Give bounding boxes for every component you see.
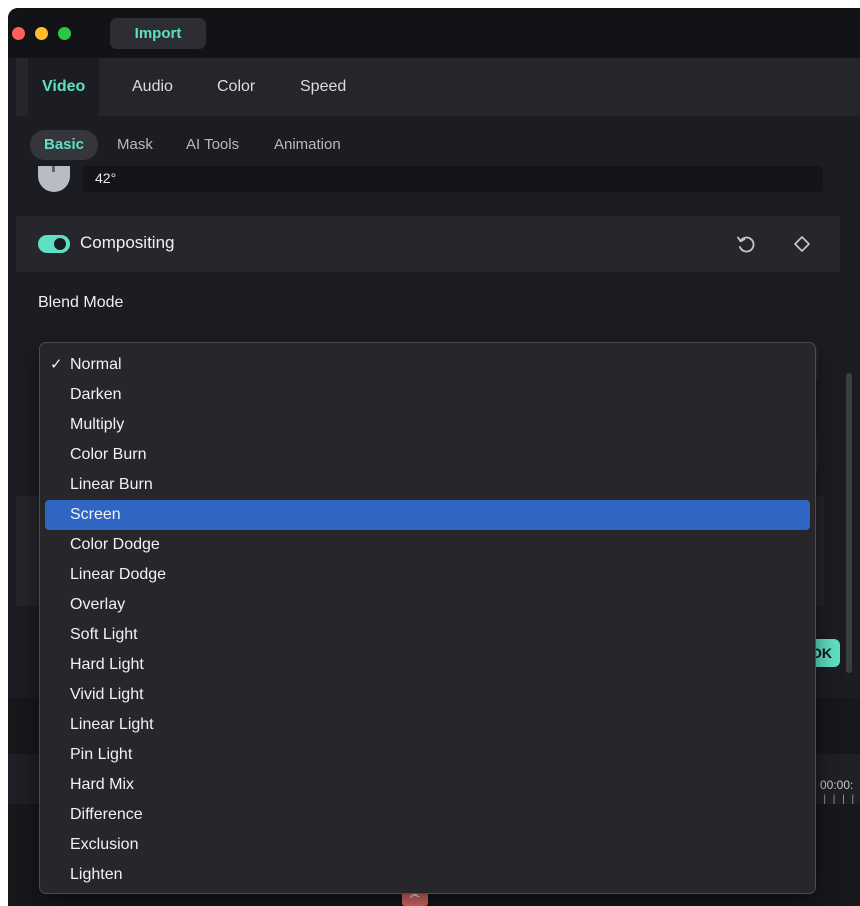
subtab-animation[interactable]: Animation [274,130,341,160]
reset-icon[interactable] [732,230,760,258]
compositing-section-header: Compositing [16,216,840,272]
timeline-timecode: 00:00: [820,778,854,792]
blend-option-exclusion[interactable]: Exclusion [40,830,815,860]
tab-video[interactable]: Video [28,58,100,116]
window-close-button[interactable] [12,27,25,40]
blend-option-color-burn[interactable]: Color Burn [40,440,815,470]
tab-audio[interactable]: Audio [132,58,173,116]
blend-option-hard-mix[interactable]: Hard Mix [40,770,815,800]
blend-option-linear-dodge[interactable]: Linear Dodge [40,560,815,590]
blend-option-linear-light[interactable]: Linear Light [40,710,815,740]
blend-mode-label: Blend Mode [38,294,124,311]
sub-tab-bar: Basic Mask AI Tools Animation [16,116,860,166]
blend-option-difference[interactable]: Difference [40,800,815,830]
blend-option-multiply[interactable]: Multiply [40,410,815,440]
blend-option-linear-burn[interactable]: Linear Burn [40,470,815,500]
blend-option-soft-light[interactable]: Soft Light [40,620,815,650]
subtab-ai-tools[interactable]: AI Tools [186,130,239,160]
subtab-mask[interactable]: Mask [117,130,153,160]
blend-option-overlay[interactable]: Overlay [40,590,815,620]
tab-speed[interactable]: Speed [300,58,346,116]
import-tab[interactable]: Import [110,18,206,49]
blend-option-pin-light[interactable]: Pin Light [40,740,815,770]
blend-option-lighten[interactable]: Lighten [40,860,815,890]
rotation-value-field[interactable]: 42° [83,166,823,192]
blend-option-normal[interactable]: ✓ Normal [40,350,815,380]
toggle-knob [54,238,66,250]
blend-option-screen[interactable]: Screen [45,500,810,530]
tab-color[interactable]: Color [217,58,255,116]
compositing-toggle[interactable] [38,235,70,253]
title-bar: Import [8,8,860,58]
panel-scrollbar[interactable] [846,373,852,673]
window-maximize-button[interactable] [58,27,71,40]
blend-mode-dropdown: ✓ Normal Darken Multiply Color Burn Linea… [39,342,816,894]
blend-option-darken[interactable]: Darken [40,380,815,410]
timeline-ticks: | | | | | [814,794,857,805]
keyframe-diamond-icon[interactable] [788,230,816,258]
app-window: Import Video Audio Color Speed Basic Mas… [8,8,860,906]
compositing-label: Compositing [80,233,175,252]
checkmark-icon: ✓ [50,356,63,373]
subtab-basic[interactable]: Basic [30,130,99,160]
main-tab-bar: Video Audio Color Speed [16,58,860,116]
blend-option-vivid-light[interactable]: Vivid Light [40,680,815,710]
blend-option-hard-light[interactable]: Hard Light [40,650,815,680]
window-minimize-button[interactable] [35,27,48,40]
blend-option-color-dodge[interactable]: Color Dodge [40,530,815,560]
